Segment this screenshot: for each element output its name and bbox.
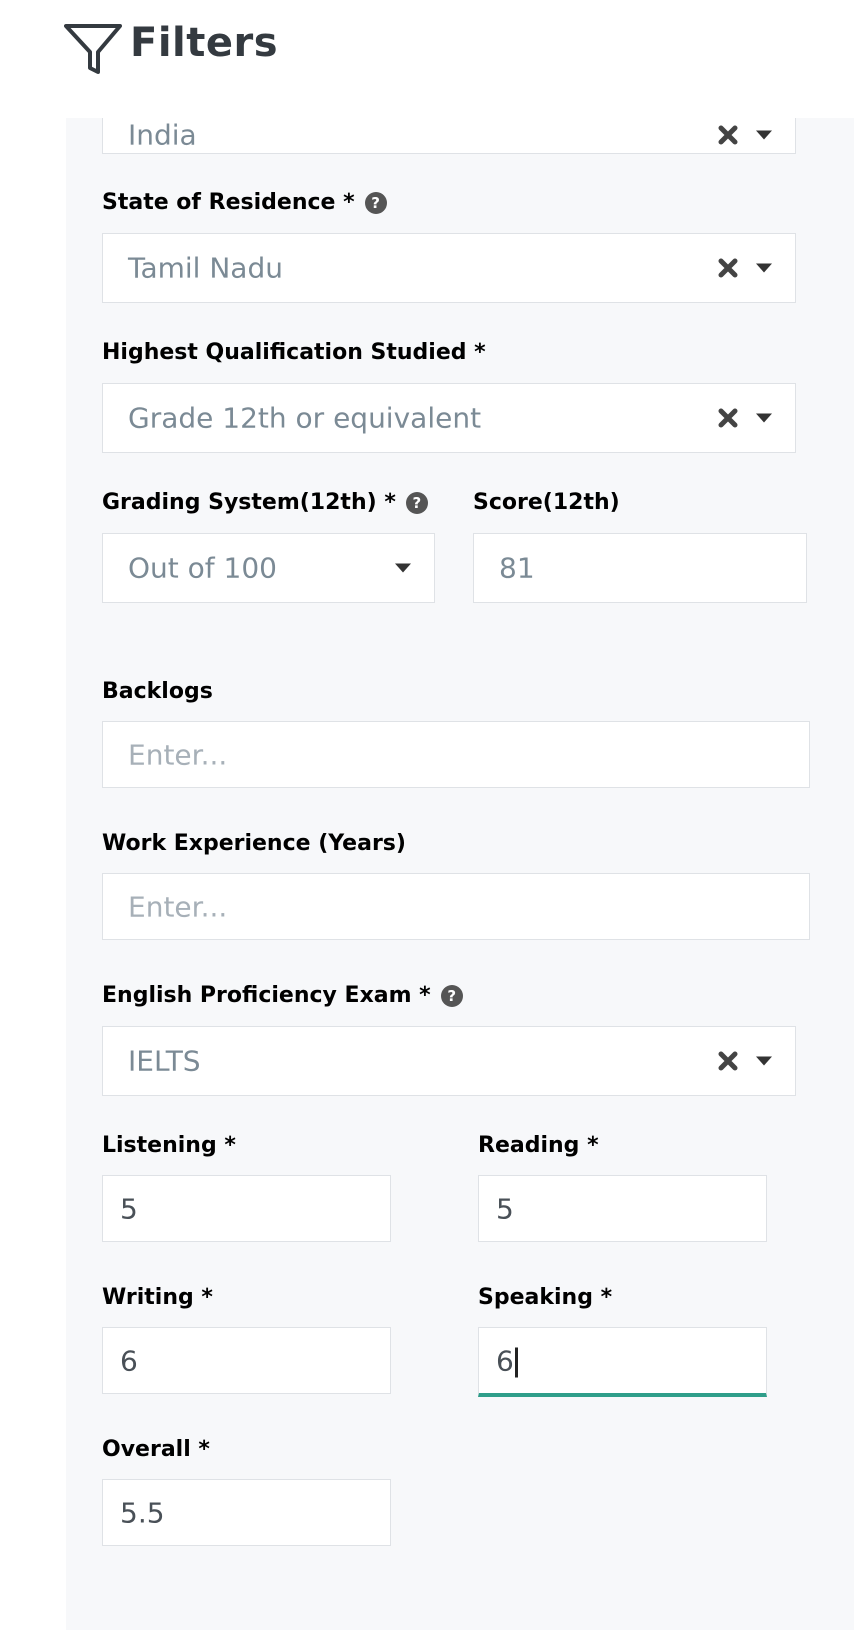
writing-label: Writing * bbox=[102, 1285, 213, 1310]
reading-input[interactable]: 5 bbox=[478, 1175, 767, 1242]
filters-header: Filters bbox=[0, 0, 854, 118]
backlogs-input[interactable]: Enter... bbox=[102, 721, 810, 788]
state-label: State of Residence * ? bbox=[102, 190, 387, 215]
listening-input[interactable]: 5 bbox=[102, 1175, 391, 1242]
qualification-select[interactable]: Grade 12th or equivalent bbox=[102, 383, 796, 453]
help-icon[interactable]: ? bbox=[364, 191, 387, 214]
state-select[interactable]: Tamil Nadu bbox=[102, 233, 796, 303]
overall-input[interactable]: 5.5 bbox=[102, 1479, 391, 1546]
filters-title: Filters bbox=[130, 20, 279, 66]
grading-label: Grading System(12th) * ? bbox=[102, 490, 428, 515]
filter-icon bbox=[64, 24, 122, 74]
writing-input[interactable]: 6 bbox=[102, 1327, 391, 1394]
listening-value: 5 bbox=[120, 1192, 138, 1225]
clear-icon[interactable] bbox=[717, 257, 739, 279]
score-value: 81 bbox=[499, 551, 535, 585]
clear-icon[interactable] bbox=[717, 407, 739, 429]
speaking-input[interactable]: 6 bbox=[478, 1327, 767, 1397]
overall-label: Overall * bbox=[102, 1437, 210, 1462]
chevron-down-icon[interactable] bbox=[395, 563, 411, 573]
help-icon[interactable]: ? bbox=[405, 491, 428, 514]
help-icon[interactable]: ? bbox=[440, 984, 463, 1007]
qualification-value: Grade 12th or equivalent bbox=[128, 401, 482, 435]
score-label: Score(12th) bbox=[473, 490, 620, 515]
reading-value: 5 bbox=[496, 1192, 514, 1225]
backlogs-label: Backlogs bbox=[102, 679, 213, 704]
chevron-down-icon[interactable] bbox=[756, 130, 772, 140]
speaking-value: 6 bbox=[496, 1344, 514, 1377]
score-input[interactable]: 81 bbox=[473, 533, 807, 603]
english-exam-value: IELTS bbox=[128, 1044, 201, 1078]
chevron-down-icon[interactable] bbox=[756, 1056, 772, 1066]
english-exam-label: English Proficiency Exam * ? bbox=[102, 983, 463, 1008]
qualification-label: Highest Qualification Studied * bbox=[102, 340, 486, 365]
clear-icon[interactable] bbox=[717, 1050, 739, 1072]
writing-value: 6 bbox=[120, 1344, 138, 1377]
work-experience-input[interactable]: Enter... bbox=[102, 873, 810, 940]
text-cursor bbox=[514, 1347, 518, 1377]
listening-label: Listening * bbox=[102, 1133, 236, 1158]
country-value: India bbox=[128, 118, 197, 152]
overall-value: 5.5 bbox=[120, 1496, 165, 1529]
grading-select[interactable]: Out of 100 bbox=[102, 533, 435, 603]
speaking-label: Speaking * bbox=[478, 1285, 613, 1310]
backlogs-placeholder: Enter... bbox=[128, 738, 228, 771]
work-experience-placeholder: Enter... bbox=[128, 890, 228, 923]
reading-label: Reading * bbox=[478, 1133, 599, 1158]
work-experience-label: Work Experience (Years) bbox=[102, 831, 406, 856]
chevron-down-icon[interactable] bbox=[756, 263, 772, 273]
grading-value: Out of 100 bbox=[128, 551, 277, 585]
english-exam-select[interactable]: IELTS bbox=[102, 1026, 796, 1096]
clear-icon[interactable] bbox=[717, 124, 739, 146]
state-value: Tamil Nadu bbox=[128, 251, 283, 285]
chevron-down-icon[interactable] bbox=[756, 413, 772, 423]
